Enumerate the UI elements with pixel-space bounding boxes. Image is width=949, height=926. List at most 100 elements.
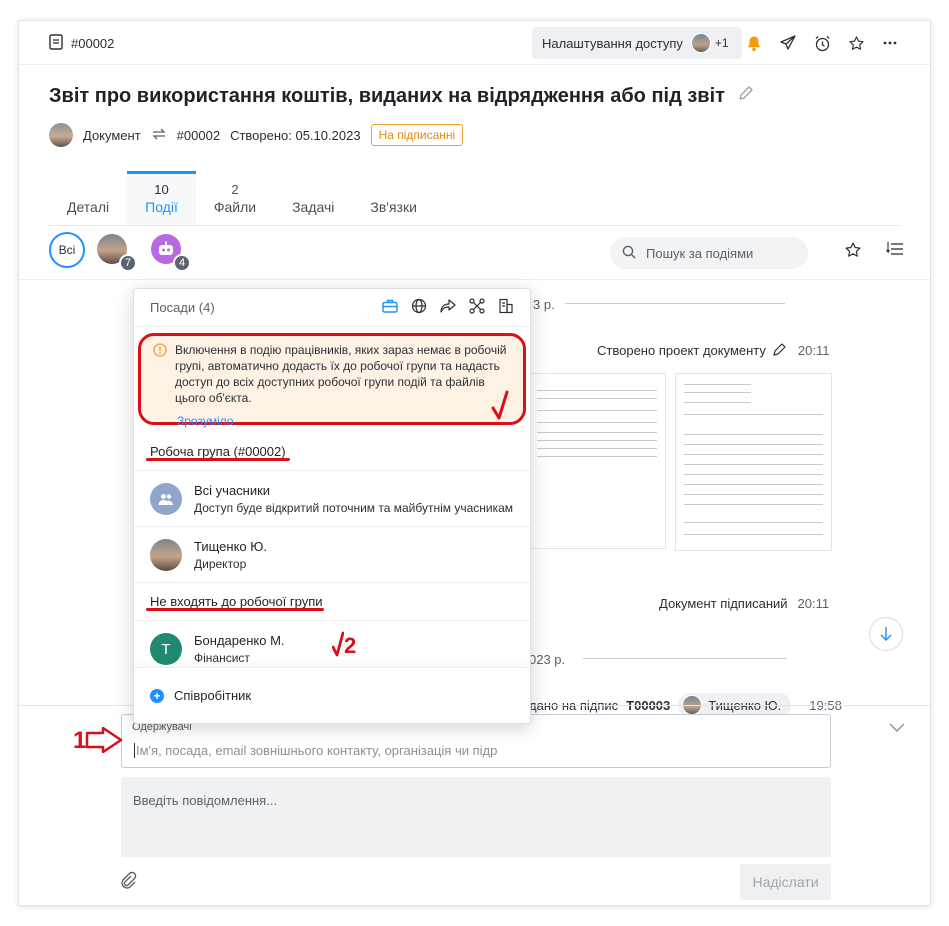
pencil-icon <box>772 341 788 360</box>
avatar <box>150 538 182 571</box>
feed-date-label: 023 р. <box>529 652 566 667</box>
tab-label: Деталі <box>67 199 110 215</box>
sync-arrows-icon[interactable] <box>151 127 167 144</box>
alarm-clock-icon[interactable] <box>812 33 832 53</box>
list-item-all-members[interactable]: Всі учасники Доступ буде відкритий поточ… <box>134 471 530 527</box>
tab-label: Події <box>145 199 178 215</box>
tab-label: Зв'язки <box>370 199 417 215</box>
warning-notice: Включення в подію працівників, яких зара… <box>138 333 526 428</box>
add-employee-label: Співробітник <box>174 688 252 703</box>
warning-circle-icon <box>153 343 167 406</box>
tab-label: Файли <box>213 199 257 215</box>
list-item-member[interactable]: Тищенко Ю. Директор <box>134 527 530 583</box>
member-subtitle: Директор <box>194 556 247 571</box>
avatar <box>49 123 73 147</box>
star-icon[interactable] <box>846 33 866 53</box>
avatar <box>690 33 711 53</box>
avatar-initial: Т <box>161 640 171 658</box>
more-icon[interactable] <box>880 33 900 53</box>
feed-event-created: Створено проект документу 20:11 <box>597 341 829 360</box>
search-icon <box>622 245 636 262</box>
annotation-check-icon <box>491 390 509 420</box>
annotation-underline <box>146 608 324 611</box>
network-icon[interactable] <box>469 298 485 317</box>
paperclip-icon[interactable] <box>119 871 137 892</box>
bell-icon[interactable] <box>744 33 764 53</box>
avatar: Т <box>150 633 182 665</box>
divider <box>565 303 785 304</box>
access-settings-label: Налаштування доступу <box>542 35 683 51</box>
message-input[interactable]: Введіть повідомлення... <box>121 777 831 857</box>
favorite-star-icon[interactable] <box>844 241 862 262</box>
member-name: Всі учасники <box>194 482 271 498</box>
outside-group-heading: Не входять до робочої групи <box>134 583 530 621</box>
member-name: Тищенко Ю. <box>194 538 268 554</box>
event-panel: #00002 Налаштування доступу +1 Звіт про … <box>18 20 931 906</box>
document-meta: Документ #00002 Створено: 05.10.2023 На … <box>49 123 464 147</box>
section-title: Робоча група (#00002) <box>150 444 286 459</box>
briefcase-icon[interactable] <box>382 298 398 317</box>
document-type: Документ <box>83 127 141 143</box>
document-number: #00002 <box>176 127 221 143</box>
search-placeholder: Пошук за подіями <box>646 245 754 261</box>
created-date: Створено: 05.10.2023 <box>230 127 361 143</box>
tab-count: 10 <box>154 182 169 197</box>
event-filters: Всі 7 4 <box>49 232 191 272</box>
event-search-input[interactable]: Пошук за подіями <box>610 237 808 269</box>
filter-users-chip[interactable]: 7 <box>97 234 137 272</box>
tab-links[interactable]: Зв'язки <box>352 171 435 225</box>
group-users-icon <box>150 482 182 515</box>
tabs: Деталі 10 Події 2 Файли Задачі Зв'язки <box>49 171 435 225</box>
divider <box>19 279 930 280</box>
member-subtitle: Доступ буде відкритий поточним та майбут… <box>194 500 514 515</box>
event-text: Створено проект документу <box>597 343 766 358</box>
feed-event-signed: Документ підписаний 20:11 <box>659 596 829 611</box>
divider <box>49 225 900 226</box>
annotation-arrow-icon <box>85 727 123 753</box>
recipients-placeholder: Ім'я, посада, email зовнішнього контакту… <box>134 743 498 758</box>
tab-events[interactable]: 10 Події <box>127 171 196 225</box>
understood-link[interactable]: Зрозуміло <box>177 414 513 428</box>
annotation-marker-2: 2 <box>332 631 356 657</box>
send-button[interactable]: Надіслати <box>740 864 831 900</box>
tab-label: Задачі <box>292 199 335 215</box>
event-time: 20:11 <box>797 596 830 611</box>
user-count-badge: 7 <box>119 254 137 272</box>
share-arrow-icon[interactable] <box>440 298 456 317</box>
add-employee-button[interactable]: + Співробітник <box>134 667 530 723</box>
bot-count-badge: 4 <box>173 254 191 272</box>
filter-all-chip[interactable]: Всі <box>49 232 85 268</box>
page-title: Звіт про використання коштів, виданих на… <box>49 84 755 108</box>
top-bar: #00002 Налаштування доступу +1 <box>19 21 930 65</box>
globe-icon[interactable] <box>411 298 427 317</box>
divider <box>583 658 787 659</box>
scroll-down-button[interactable] <box>869 617 903 651</box>
tab-details[interactable]: Деталі <box>49 171 127 225</box>
file-thumbnail[interactable] <box>529 373 666 549</box>
page-title-text: Звіт про використання коштів, виданих на… <box>49 84 725 107</box>
filter-all-label: Всі <box>58 243 76 257</box>
tab-files[interactable]: 2 Файли <box>196 171 274 225</box>
sort-list-icon[interactable] <box>886 241 904 262</box>
org-structure-icon[interactable] <box>498 298 514 317</box>
access-settings-button[interactable]: Налаштування доступу +1 <box>532 27 742 59</box>
send-icon[interactable] <box>778 33 798 53</box>
working-group-heading: Робоча група (#00002) <box>134 433 530 471</box>
section-title: Не входять до робочої групи <box>150 594 323 609</box>
chevron-down-icon[interactable] <box>889 721 905 736</box>
dropdown-title: Посади (4) <box>150 300 215 315</box>
annotation-underline <box>146 458 290 461</box>
doc-id-text: #00002 <box>71 36 115 51</box>
status-badge: На підписанні <box>370 124 464 146</box>
doc-id: #00002 <box>49 34 114 53</box>
warning-text: Включення в подію працівників, яких зара… <box>175 343 507 405</box>
message-placeholder: Введіть повідомлення... <box>133 793 278 808</box>
feed-date-label: 3 р. <box>533 297 555 312</box>
filter-bots-chip[interactable]: 4 <box>151 234 191 272</box>
tab-count: 2 <box>231 182 239 197</box>
edit-pencil-icon[interactable] <box>737 84 755 108</box>
tab-tasks[interactable]: Задачі <box>274 171 352 225</box>
file-thumbnail[interactable] <box>675 373 832 551</box>
positions-dropdown: Посади (4) Включення в подію працівників… <box>133 288 531 724</box>
annotation-number: 2 <box>344 633 357 658</box>
